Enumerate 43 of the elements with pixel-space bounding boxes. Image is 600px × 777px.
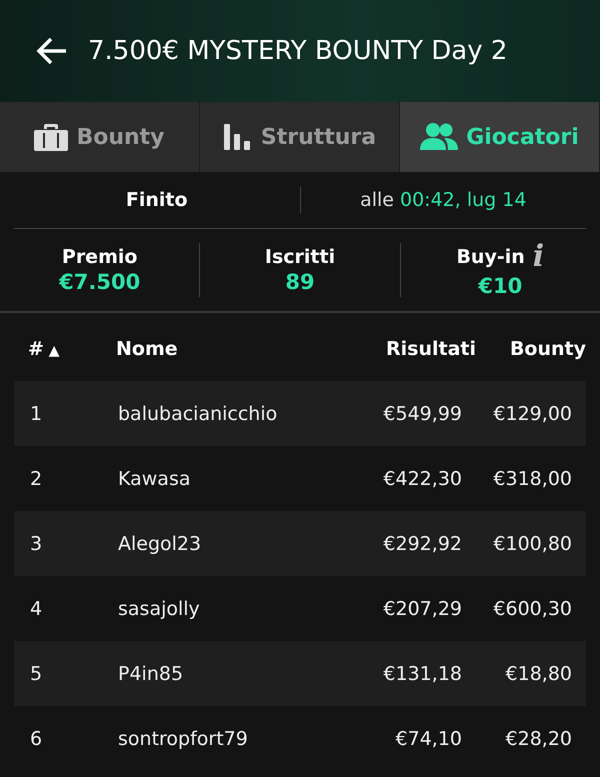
column-header[interactable]: Risultati	[326, 338, 476, 360]
table-cell-text: €100,80	[492, 532, 572, 554]
table-cell-text: €600,30	[492, 598, 572, 620]
stat-value: €7.500	[59, 270, 140, 294]
table-cell-text: 2	[30, 468, 44, 490]
info-icon[interactable]: i	[532, 242, 544, 272]
table-cell-text: sasajolly	[118, 598, 201, 620]
table-cell-text: €549,99	[382, 402, 462, 424]
back-arrow-icon[interactable]	[36, 37, 68, 65]
bar-chart-icon	[222, 122, 253, 152]
end-time-text: alle 00:42, lug 14	[360, 189, 526, 211]
stat-label: Premio	[62, 246, 138, 268]
table-cell-text: €422,30	[382, 468, 462, 490]
table-cell-text: €18,80	[504, 662, 572, 684]
table-cell-text: €207,29	[382, 598, 462, 620]
table-cell-text: €318,00	[492, 468, 572, 490]
stat-label: Buy-in	[456, 246, 525, 268]
table-cell-text: Kawasa	[118, 468, 192, 490]
table-cell-text: 1	[30, 402, 44, 424]
column-header[interactable]: Bounty	[476, 338, 586, 360]
briefcase-icon	[34, 122, 68, 152]
table-cell-text: €28,20	[504, 728, 572, 750]
users-icon	[420, 122, 458, 152]
table-cell-text: balubacianicchio	[118, 402, 278, 424]
column-header[interactable]: Nome	[116, 338, 326, 360]
table-cell-text: 6	[30, 728, 44, 750]
stat-value: 89	[285, 270, 315, 294]
status-text: Finito	[126, 189, 188, 211]
table-cell-text: 5	[30, 662, 44, 684]
table-cell-text: Alegol23	[118, 532, 202, 554]
stat-label: Iscritti	[264, 246, 336, 268]
table-cell-text: sontropfort79	[118, 728, 249, 750]
tab[interactable]: Giocatori	[400, 102, 600, 172]
table-cell-text: €129,00	[492, 402, 572, 424]
table-cell-text: €131,18	[382, 662, 462, 684]
table-cell-text: P4in85	[118, 662, 184, 684]
table-cell-text: €292,92	[382, 532, 462, 554]
column-header[interactable]: # ▲	[28, 338, 116, 360]
table-cell-text: 4	[30, 598, 44, 620]
table-cell-text: 3	[30, 532, 44, 554]
stat-value: €10	[478, 274, 522, 298]
page-title: 7.500€ MYSTERY BOUNTY Day 2	[88, 36, 508, 66]
table-cell-text: €74,10	[394, 728, 462, 750]
